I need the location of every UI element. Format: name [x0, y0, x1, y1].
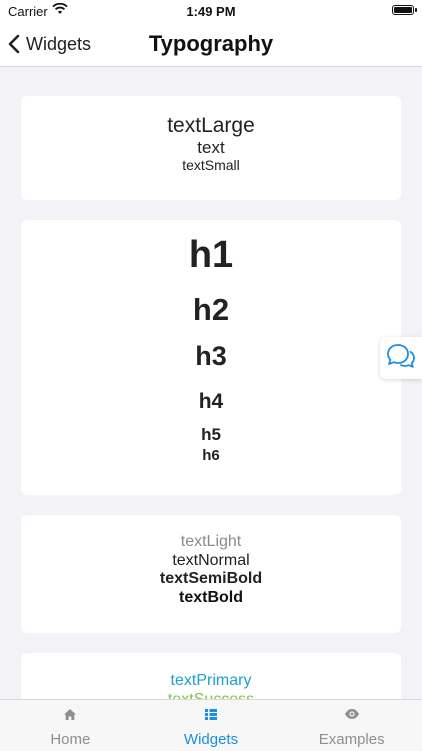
tab-examples[interactable]: Examples — [281, 700, 422, 751]
text-light-sample: textLight — [180, 533, 242, 550]
eye-icon — [281, 708, 422, 722]
navigation-bar: Widgets Typography — [0, 22, 422, 67]
text-sizes-card: textLarge text textSmall — [21, 96, 401, 200]
headings-card: h1 h2 h3 h4 h5 h6 — [21, 220, 401, 495]
tab-examples-label: Examples — [318, 731, 385, 748]
tab-home-label: Home — [50, 731, 91, 748]
text-colors-card: textPrimary textSuccess — [21, 653, 401, 699]
heading-4-sample: h4 — [198, 390, 224, 413]
text-normal-weight-sample: textNormal — [172, 552, 250, 569]
tab-bar: Home Widgets Examples — [0, 699, 422, 751]
page-title: Typography — [148, 31, 274, 56]
text-success-sample: textSuccess — [21, 691, 401, 699]
heading-1-sample: h1 — [188, 234, 234, 276]
text-semibold-sample: textSemiBold — [159, 570, 263, 587]
tab-widgets-label: Widgets — [183, 731, 239, 748]
heading-2-sample: h2 — [192, 292, 230, 327]
text-large-sample: textLarge — [167, 114, 255, 137]
tab-home[interactable]: Home — [0, 700, 141, 751]
status-time: 1:49 PM — [186, 4, 236, 19]
text-bold-sample: textBold — [179, 589, 243, 606]
scroll-content[interactable]: textLarge text textSmall h1 h2 h3 h4 h5 … — [0, 67, 422, 699]
list-icon — [141, 708, 282, 722]
heading-6-sample: h6 — [202, 447, 220, 464]
tab-widgets[interactable]: Widgets — [141, 700, 282, 751]
battery-icon — [392, 5, 417, 15]
text-normal-sample: text — [197, 138, 225, 157]
status-bar: Carrier 1:49 PM — [0, 0, 422, 22]
chat-bubbles-icon — [387, 344, 415, 368]
chat-button[interactable] — [380, 337, 422, 379]
home-icon — [0, 708, 141, 722]
heading-5-sample: h5 — [201, 425, 221, 444]
text-small-sample: textSmall — [182, 157, 240, 173]
text-primary-sample: textPrimary — [170, 672, 252, 689]
font-weights-card: textLight textNormal textSemiBold textBo… — [21, 515, 401, 633]
heading-3-sample: h3 — [195, 341, 227, 371]
